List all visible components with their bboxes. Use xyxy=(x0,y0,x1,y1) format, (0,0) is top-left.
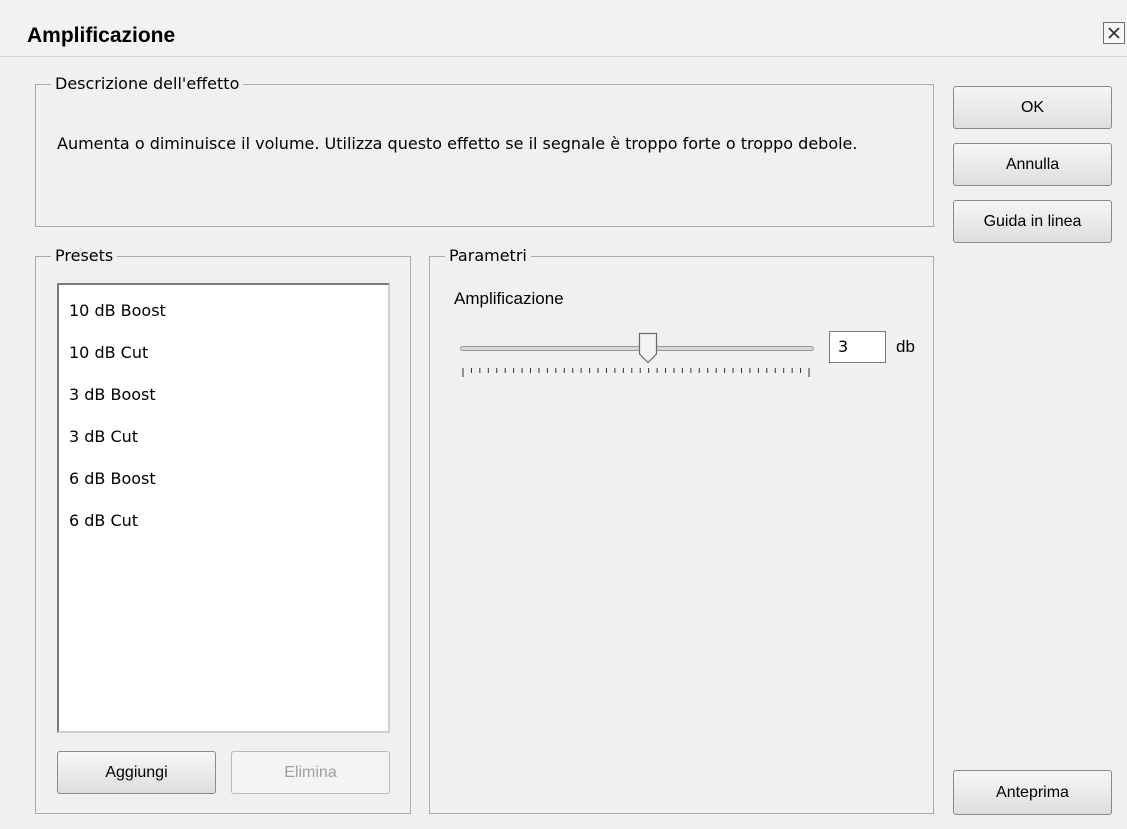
help-button[interactable]: Guida in linea xyxy=(953,200,1112,243)
cancel-button[interactable]: Annulla xyxy=(953,143,1112,186)
preset-item[interactable]: 3 dB Boost xyxy=(59,374,388,416)
parameters-legend: Parametri xyxy=(439,246,531,266)
presets-list[interactable]: 10 dB Boost 10 dB Cut 3 dB Boost 3 dB Cu… xyxy=(57,283,390,733)
amplification-slider-track[interactable] xyxy=(460,346,814,351)
amplification-value-input[interactable]: 3 xyxy=(829,331,886,363)
preset-item[interactable]: 10 dB Boost xyxy=(59,290,388,332)
amplification-label: Amplificazione xyxy=(454,289,564,308)
window-title: Amplificazione xyxy=(27,24,176,47)
slider-ticks xyxy=(462,368,810,377)
ok-button[interactable]: OK xyxy=(953,86,1112,129)
preset-item[interactable]: 6 dB Boost xyxy=(59,458,388,500)
title-bar: Amplificazione xyxy=(0,0,1127,57)
preset-item[interactable]: 3 dB Cut xyxy=(59,416,388,458)
description-text: Aumenta o diminuisce il volume. Utilizza… xyxy=(57,134,858,153)
description-group: Descrizione dell'effetto Aumenta o dimin… xyxy=(35,74,934,227)
delete-preset-button: Elimina xyxy=(231,751,390,794)
add-preset-button[interactable]: Aggiungi xyxy=(57,751,216,794)
amplification-slider-thumb[interactable] xyxy=(638,332,658,368)
preview-button[interactable]: Anteprima xyxy=(953,770,1112,815)
description-legend: Descrizione dell'effetto xyxy=(44,74,244,94)
close-icon xyxy=(1108,27,1120,39)
presets-legend: Presets xyxy=(44,246,118,266)
preset-item[interactable]: 10 dB Cut xyxy=(59,332,388,374)
preset-item[interactable]: 6 dB Cut xyxy=(59,500,388,542)
close-button[interactable] xyxy=(1103,22,1125,44)
amplification-unit: db xyxy=(896,337,915,356)
